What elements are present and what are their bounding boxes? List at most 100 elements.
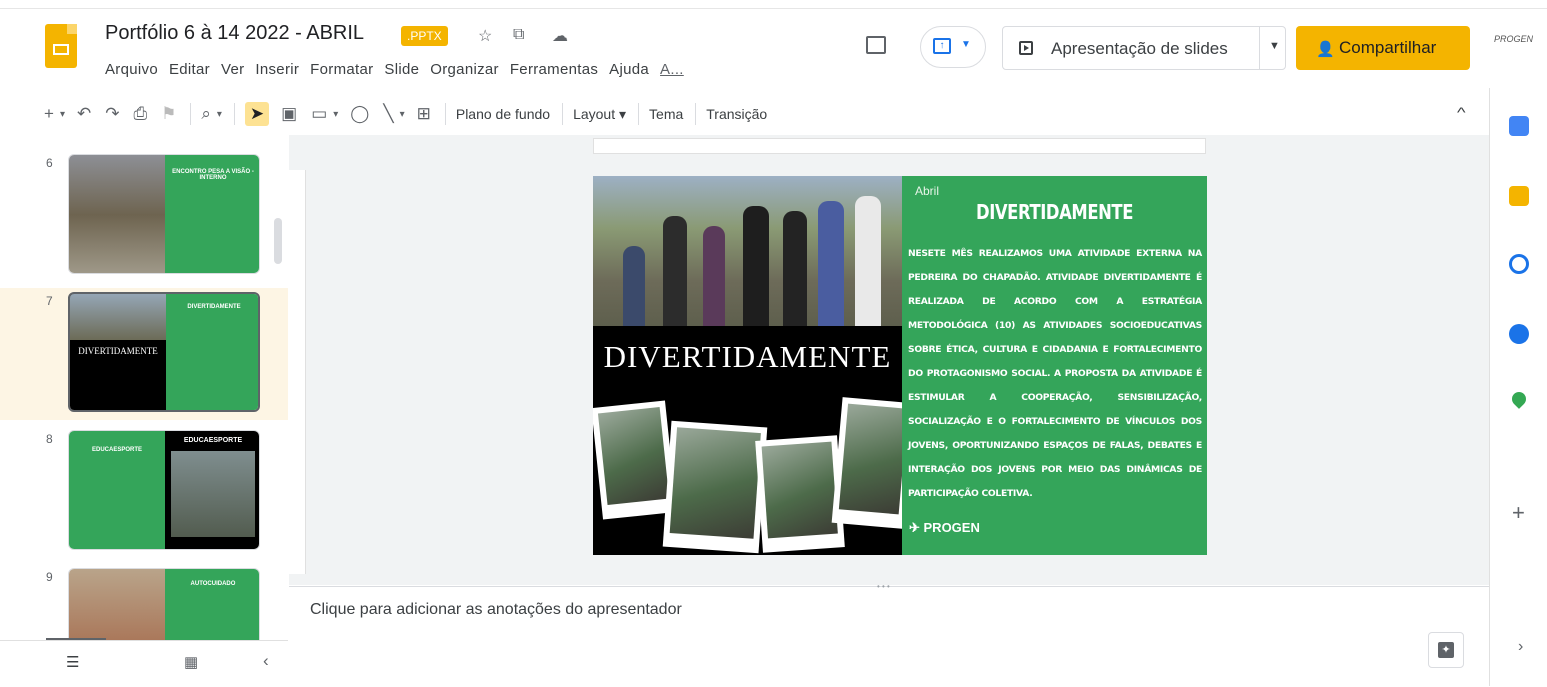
image-dropdown-icon[interactable]: ▾ bbox=[333, 109, 338, 120]
layout-button[interactable]: Layout ▾ bbox=[573, 106, 626, 123]
logo-text: PROGEN bbox=[923, 520, 980, 535]
grid-view-icon[interactable]: ▦ bbox=[184, 653, 198, 671]
comment-history-icon[interactable] bbox=[866, 36, 886, 54]
slide-thumbnail-9[interactable]: AUTOCUIDADO bbox=[68, 568, 260, 640]
polaroid-photo bbox=[593, 400, 677, 520]
top-strip bbox=[0, 0, 1547, 9]
thumbnail-panel bbox=[165, 569, 259, 640]
contacts-icon[interactable] bbox=[1509, 324, 1529, 344]
divider bbox=[695, 103, 697, 125]
resize-handle[interactable]: • • • bbox=[877, 582, 890, 591]
divider bbox=[1259, 27, 1260, 69]
slideshow-button[interactable]: Apresentação de slides ▼ bbox=[1002, 26, 1286, 70]
theme-button[interactable]: Tema bbox=[649, 106, 683, 122]
photo-figure bbox=[703, 226, 725, 326]
add-ons-icon[interactable]: + bbox=[1512, 500, 1525, 526]
maps-icon[interactable] bbox=[1509, 389, 1529, 409]
explore-icon: ✦ bbox=[1438, 642, 1454, 658]
new-slide-dropdown-icon[interactable]: ▾ bbox=[60, 109, 65, 120]
photo-figure bbox=[743, 206, 769, 326]
filmstrip: 6 ENCONTRO PESA A VISÃO -INTERNO 7 DIVER… bbox=[0, 140, 288, 640]
thumbnail-title: DIVERTIDAMENTE bbox=[187, 304, 241, 310]
thumbnail-title: ENCONTRO PESA A VISÃO -INTERNO bbox=[172, 169, 254, 181]
thumbnail-title: AUTOCUIDADO bbox=[190, 581, 236, 587]
menu-accessibility[interactable]: A... bbox=[660, 61, 684, 78]
share-button[interactable]: 👤 Compartilhar bbox=[1296, 26, 1470, 70]
slide-overlay-title: DIVERTIDAMENTE bbox=[603, 339, 892, 374]
thumbnail-title-2: EDUCAESPORTE bbox=[183, 437, 243, 444]
text-box-icon[interactable]: ▣ bbox=[281, 104, 297, 124]
menu-ferramentas[interactable]: Ferramentas bbox=[510, 61, 598, 78]
collapse-menus-icon[interactable]: ^ bbox=[1457, 104, 1466, 120]
account-avatar[interactable]: PROGEN bbox=[1494, 34, 1533, 44]
menu-bar: Arquivo Editar Ver Inserir Formatar Slid… bbox=[105, 61, 684, 78]
thumbnail-panel bbox=[166, 294, 258, 410]
print-icon[interactable]: ⎙ bbox=[133, 104, 147, 124]
transition-button[interactable]: Transição bbox=[706, 106, 767, 122]
slide-canvas[interactable]: DIVERTIDAMENTE Abril DIVERTIDAMENTE NESE… bbox=[593, 176, 1207, 555]
explore-button[interactable]: ✦ bbox=[1428, 632, 1464, 668]
menu-arquivo[interactable]: Arquivo bbox=[105, 61, 158, 78]
horizontal-ruler bbox=[593, 138, 1206, 154]
menu-slide[interactable]: Slide bbox=[384, 61, 419, 78]
menu-ajuda[interactable]: Ajuda bbox=[609, 61, 649, 78]
menu-inserir[interactable]: Inserir bbox=[255, 61, 299, 78]
photo-figure bbox=[855, 196, 881, 326]
cloud-status-icon[interactable]: ☁ bbox=[552, 26, 568, 46]
calendar-icon[interactable] bbox=[1509, 116, 1529, 136]
present-options-button[interactable]: ↑ ▼ bbox=[920, 26, 986, 68]
collapse-filmstrip-icon[interactable]: ‹ bbox=[263, 651, 269, 671]
photo-figure bbox=[623, 246, 645, 326]
file-format-badge: .PPTX bbox=[401, 26, 448, 46]
slides-logo-icon[interactable] bbox=[45, 24, 77, 68]
slideshow-dropdown-icon[interactable]: ▼ bbox=[1269, 40, 1280, 52]
document-title[interactable]: Portfólio 6 à 14 2022 - ABRIL bbox=[105, 22, 364, 45]
tasks-icon[interactable] bbox=[1509, 254, 1529, 274]
menu-organizar[interactable]: Organizar bbox=[430, 61, 499, 78]
zoom-dropdown-icon[interactable]: ▾ bbox=[217, 109, 222, 120]
filmstrip-scrollbar[interactable] bbox=[274, 218, 282, 264]
present-icon: ↑ bbox=[933, 38, 951, 54]
thumbnail-overlay-text: DIVERTIDAMENTE bbox=[78, 346, 158, 356]
slide-number: 8 bbox=[46, 432, 53, 446]
select-cursor-icon[interactable]: ➤ bbox=[244, 102, 270, 126]
divider bbox=[190, 103, 192, 125]
expand-panel-icon[interactable]: › bbox=[1518, 638, 1523, 656]
thumbnail-photo bbox=[69, 569, 165, 640]
slide-number: 6 bbox=[46, 156, 53, 170]
move-folder-icon[interactable]: ⧉ bbox=[513, 26, 524, 44]
people-icon: 👤 bbox=[1316, 41, 1335, 58]
undo-icon[interactable]: ↶ bbox=[77, 104, 91, 124]
share-label: Compartilhar bbox=[1339, 38, 1437, 57]
thumbnail-title: EDUCAESPORTE bbox=[91, 447, 142, 453]
divider bbox=[233, 103, 235, 125]
add-comment-icon[interactable]: ⊞ bbox=[417, 104, 431, 124]
slide-thumbnail-8[interactable]: EDUCAESPORTE EDUCAESPORTE bbox=[68, 430, 260, 550]
menu-ver[interactable]: Ver bbox=[221, 61, 244, 78]
line-dropdown-icon[interactable]: ▾ bbox=[400, 109, 405, 120]
star-icon[interactable]: ☆ bbox=[478, 26, 492, 46]
thumbnail-photo bbox=[69, 155, 165, 273]
list-view-icon[interactable]: ☰ bbox=[66, 653, 79, 671]
redo-icon[interactable]: ↷ bbox=[105, 104, 119, 124]
toolbar: + ▾ ↶ ↷ ⎙ ⚑ ⌕ ▾ ➤ ▣ ▭ ▾ ◯ ╲ ▾ ⊞ Plano de… bbox=[44, 100, 779, 128]
line-icon[interactable]: ╲ bbox=[383, 104, 393, 124]
slide-thumbnail-6[interactable]: ENCONTRO PESA A VISÃO -INTERNO bbox=[68, 154, 260, 274]
speaker-notes-placeholder[interactable]: Clique para adicionar as anotações do ap… bbox=[310, 601, 682, 619]
slide-thumbnail-7[interactable]: DIVERTIDAMENTE DIVERTIDAMENTE bbox=[68, 292, 260, 412]
image-icon[interactable]: ▭ bbox=[311, 104, 327, 124]
shape-icon[interactable]: ◯ bbox=[350, 104, 369, 124]
side-panel: + › bbox=[1489, 88, 1547, 686]
menu-editar[interactable]: Editar bbox=[169, 61, 210, 78]
menu-formatar[interactable]: Formatar bbox=[310, 61, 373, 78]
background-button[interactable]: Plano de fundo bbox=[456, 106, 550, 122]
zoom-icon[interactable]: ⌕ bbox=[201, 104, 211, 124]
new-slide-icon[interactable]: + bbox=[44, 104, 54, 124]
slide-body-text: NESETE MÊS REALIZAMOS UMA ATIVIDADE EXTE… bbox=[908, 248, 1202, 499]
divider bbox=[562, 103, 564, 125]
polaroid-photo bbox=[662, 420, 768, 554]
keep-icon[interactable] bbox=[1509, 186, 1529, 206]
chevron-down-icon: ▼ bbox=[961, 39, 971, 50]
slide-number: 9 bbox=[46, 570, 53, 584]
paint-format-icon[interactable]: ⚑ bbox=[161, 104, 176, 124]
